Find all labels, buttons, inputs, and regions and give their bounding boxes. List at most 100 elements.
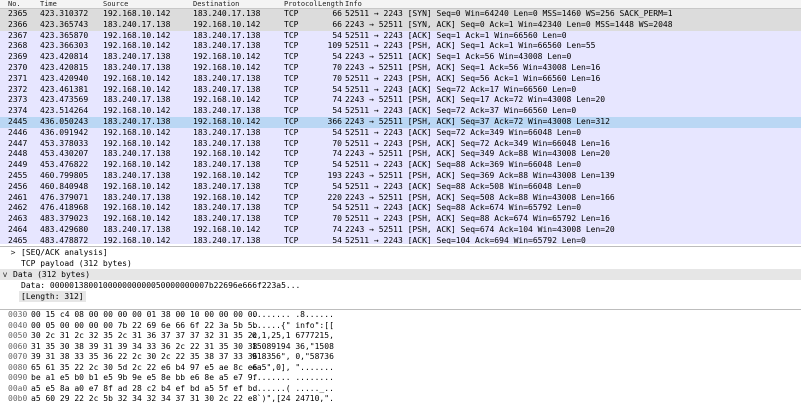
packet-row[interactable]: 2373 423.473569 183.240.17.138 192.168.10.1… bbox=[0, 95, 801, 107]
detail-seq-ack[interactable]: > [SEQ/ACK analysis] bbox=[0, 247, 801, 258]
packet-row[interactable]: 2368 423.366303 192.168.10.142 183.240.17.1… bbox=[0, 41, 801, 53]
hex-row[interactable]: 0070 39 31 38 33 35 36 22 2c 30 2c 22 35 … bbox=[0, 352, 801, 363]
packet-row[interactable]: 2455 460.799805 183.240.17.138 192.168.10.1… bbox=[0, 170, 801, 182]
column-header-no[interactable]: No. bbox=[8, 0, 21, 8]
packet-length: 109 bbox=[327, 41, 342, 51]
packet-protocol: TCP bbox=[284, 127, 299, 137]
packet-row[interactable]: 2369 423.420814 183.240.17.138 192.168.10.1… bbox=[0, 52, 801, 63]
packet-length: 220 bbox=[327, 192, 342, 202]
hex-bytes: 00 15 c4 08 00 00 00 00 01 38 00 10 00 0… bbox=[31, 310, 258, 319]
column-header-protocol[interactable]: Protocol bbox=[284, 0, 318, 8]
packet-row[interactable]: 2371 423.420940 192.168.10.142 183.240.17.1… bbox=[0, 73, 801, 85]
packet-protocol: TCP bbox=[284, 116, 299, 126]
packet-destination: 192.168.10.142 bbox=[193, 52, 261, 62]
packet-info: 52511 → 2243 [PSH, ACK] Seq=1 Ack=1 Win=… bbox=[345, 41, 596, 51]
hex-row[interactable]: 0090 be a1 e5 b0 b1 e5 9b 9e e5 8e bb e6 … bbox=[0, 373, 801, 384]
packet-protocol: TCP bbox=[284, 160, 299, 170]
packet-time: 476.418968 bbox=[40, 203, 89, 213]
packet-protocol: TCP bbox=[284, 19, 299, 29]
packet-length: 70 bbox=[332, 73, 342, 83]
hex-row[interactable]: 0080 65 61 35 22 2c 30 5d 2c 22 e6 b4 97 … bbox=[0, 363, 801, 374]
packet-info: 2243 → 52511 [PSH, ACK] Seq=508 Ack=88 W… bbox=[345, 192, 615, 202]
packet-destination: 192.168.10.142 bbox=[193, 19, 261, 29]
hex-row[interactable]: 0050 30 2c 31 2c 32 35 2c 31 36 37 37 37 … bbox=[0, 331, 801, 342]
packet-row[interactable]: 2461 476.379071 183.240.17.138 192.168.10.1… bbox=[0, 192, 801, 204]
hex-row[interactable]: 00a0 a5 e5 8a a0 e7 8f ad 28 c2 b4 ef bd … bbox=[0, 384, 801, 395]
detail-data[interactable]: v Data (312 bytes) bbox=[0, 269, 801, 280]
hex-bytes: be a1 e5 b0 b1 e5 9b 9e e5 8e bb e6 8e a… bbox=[31, 373, 258, 382]
packet-source: 192.168.10.142 bbox=[103, 106, 171, 116]
packet-source: 192.168.10.142 bbox=[103, 203, 171, 213]
packet-protocol: TCP bbox=[284, 52, 299, 62]
packet-source: 183.240.17.138 bbox=[103, 19, 171, 29]
packet-no: 2461 bbox=[8, 192, 28, 202]
packet-length: 54 bbox=[332, 203, 342, 213]
collapse-arrow-icon[interactable]: v bbox=[0, 269, 10, 280]
packet-destination: 183.240.17.138 bbox=[193, 41, 261, 51]
packet-list-header: No. Time Source Destination Protocol Len… bbox=[0, 0, 801, 9]
packet-no: 2365 bbox=[8, 9, 28, 18]
packet-source: 183.240.17.138 bbox=[103, 224, 171, 234]
packet-info: 52511 → 2243 [PSH, ACK] Seq=72 Ack=349 W… bbox=[345, 138, 610, 148]
packet-no: 2374 bbox=[8, 106, 28, 116]
packet-row[interactable]: 2456 460.840948 192.168.10.142 183.240.17.1… bbox=[0, 181, 801, 193]
hex-row[interactable]: 0040 00 05 00 00 00 00 7b 22 69 6e 66 6f … bbox=[0, 321, 801, 332]
packet-row[interactable]: 2449 453.476822 192.168.10.142 183.240.17.1… bbox=[0, 160, 801, 171]
expand-arrow-icon[interactable]: > bbox=[8, 247, 18, 258]
packet-row[interactable]: 2366 423.365743 183.240.17.138 192.168.10.1… bbox=[0, 19, 801, 31]
packet-row[interactable]: 2447 453.378033 192.168.10.142 183.240.17.1… bbox=[0, 138, 801, 150]
column-header-destination[interactable]: Destination bbox=[193, 0, 239, 8]
packet-no: 2455 bbox=[8, 170, 28, 180]
packet-row[interactable]: 2446 436.091942 192.168.10.142 183.240.17.1… bbox=[0, 127, 801, 139]
packet-row[interactable]: 2367 423.365870 192.168.10.142 183.240.17.1… bbox=[0, 30, 801, 42]
hex-bytes: 00 05 00 00 00 00 7b 22 69 6e 66 6f 22 3… bbox=[31, 320, 258, 330]
packet-no: 2373 bbox=[8, 95, 28, 105]
packet-protocol: TCP bbox=[284, 84, 299, 94]
packet-info: 2243 → 52511 [PSH, ACK] Seq=674 Ack=104 … bbox=[345, 224, 615, 234]
packet-row[interactable]: 2463 483.379023 192.168.10.142 183.240.17.1… bbox=[0, 214, 801, 225]
packet-row[interactable]: 2448 453.430207 183.240.17.138 192.168.10.1… bbox=[0, 149, 801, 161]
packet-row[interactable]: 2445 436.050243 183.240.17.138 192.168.10.1… bbox=[0, 116, 801, 128]
packet-destination: 183.240.17.138 bbox=[193, 73, 261, 83]
packet-row[interactable]: 2365 423.310372 192.168.10.142 183.240.17.1… bbox=[0, 9, 801, 20]
packet-source: 192.168.10.142 bbox=[103, 41, 171, 51]
hex-row[interactable]: 0060 31 35 30 38 39 31 39 34 33 36 2c 22 … bbox=[0, 342, 801, 353]
packet-source: 192.168.10.142 bbox=[103, 181, 171, 191]
packet-no: 2448 bbox=[8, 149, 28, 159]
packet-protocol: TCP bbox=[284, 235, 299, 244]
packet-source: 183.240.17.138 bbox=[103, 192, 171, 202]
hex-bytes: 31 35 30 38 39 31 39 34 33 36 2c 22 31 3… bbox=[31, 341, 258, 351]
packet-source: 192.168.10.142 bbox=[103, 127, 171, 137]
packet-length: 366 bbox=[327, 116, 342, 126]
hex-row[interactable]: 0030 00 15 c4 08 00 00 00 00 01 38 00 10 … bbox=[0, 310, 801, 321]
column-header-source[interactable]: Source bbox=[103, 0, 128, 8]
column-header-length[interactable]: Length bbox=[318, 0, 343, 8]
hex-row[interactable]: 00b0 a5 60 29 22 2c 5b 32 34 32 34 37 31 … bbox=[0, 394, 801, 405]
detail-length[interactable]: [Length: 312] bbox=[0, 291, 801, 302]
detail-data-value[interactable]: Data: 000001380010000000000050000000007b… bbox=[0, 280, 801, 291]
packet-info: 52511 → 2243 [ACK] Seq=72 Ack=37 Win=665… bbox=[345, 106, 577, 116]
packet-row[interactable]: 2370 423.420815 183.240.17.138 192.168.10.1… bbox=[0, 62, 801, 74]
packet-no: 2463 bbox=[8, 214, 28, 224]
packet-row[interactable]: 2374 423.514264 192.168.10.142 183.240.17.1… bbox=[0, 106, 801, 117]
packet-length: 54 bbox=[332, 30, 342, 40]
packet-destination: 192.168.10.142 bbox=[193, 95, 261, 105]
column-header-info[interactable]: Info bbox=[345, 0, 362, 8]
column-header-time[interactable]: Time bbox=[40, 0, 57, 8]
packet-length: 54 bbox=[332, 84, 342, 94]
packet-row[interactable]: 2462 476.418968 192.168.10.142 183.240.17.1… bbox=[0, 203, 801, 215]
packet-row[interactable]: 2464 483.429680 183.240.17.138 192.168.10.1… bbox=[0, 224, 801, 236]
detail-length-label: [Length: 312] bbox=[19, 291, 86, 302]
packet-row[interactable]: 2372 423.461381 192.168.10.142 183.240.17.1… bbox=[0, 84, 801, 96]
packet-info: 52511 → 2243 [ACK] Seq=104 Ack=694 Win=6… bbox=[345, 235, 586, 244]
hex-ascii: ea5",0], "....... bbox=[252, 362, 334, 372]
hex-ascii: 0,1,25,1 6777215, bbox=[252, 331, 334, 340]
packet-protocol: TCP bbox=[284, 203, 299, 213]
hex-ascii: .......( ....._.. bbox=[252, 383, 334, 393]
packet-row[interactable]: 2465 483.478872 192.168.10.142 183.240.17.1… bbox=[0, 235, 801, 244]
packet-time: 423.366303 bbox=[40, 41, 89, 51]
hex-ascii: 15089194 36,"1508 bbox=[252, 341, 334, 351]
packet-source: 192.168.10.142 bbox=[103, 73, 171, 83]
detail-tcp-payload[interactable]: TCP payload (312 bytes) bbox=[0, 258, 801, 269]
packet-length: 54 bbox=[332, 235, 342, 244]
